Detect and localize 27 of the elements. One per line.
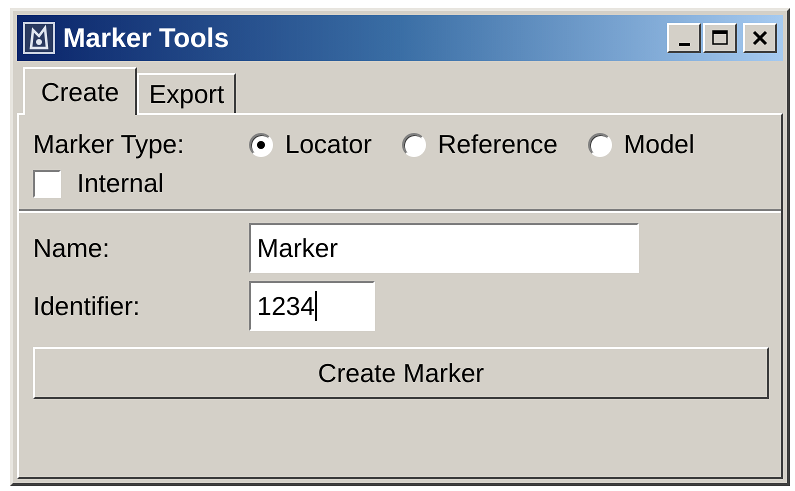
close-icon: [750, 28, 770, 48]
close-button[interactable]: [743, 23, 777, 53]
radio-option[interactable]: Model: [588, 129, 695, 160]
checkbox[interactable]: [33, 170, 61, 198]
checkbox-label: Internal: [77, 168, 164, 199]
radio-button[interactable]: [402, 132, 426, 156]
minimize-button[interactable]: [667, 23, 701, 53]
radio-button[interactable]: [588, 132, 612, 156]
maximize-icon: [710, 28, 730, 48]
radio-label: Model: [624, 129, 695, 160]
radio-button[interactable]: [249, 132, 273, 156]
field-label: Name:: [33, 232, 111, 264]
radio-label: Reference: [438, 129, 558, 160]
radio-option[interactable]: Reference: [402, 129, 558, 160]
field-label: Identifier:: [33, 290, 141, 322]
tab[interactable]: Create: [23, 67, 138, 115]
radio-option[interactable]: Locator: [249, 129, 372, 160]
marker-type-label: Marker Type:: [33, 129, 186, 160]
input-field[interactable]: Marker: [249, 223, 639, 273]
maximize-button[interactable]: [703, 23, 737, 53]
minimize-icon: [678, 42, 690, 46]
create-marker-button[interactable]: Create Marker: [33, 347, 769, 399]
window-title: Marker Tools: [63, 22, 230, 54]
radio-label: Locator: [285, 129, 372, 160]
app-icon: [23, 22, 55, 54]
tab[interactable]: Export: [137, 73, 236, 113]
input-field[interactable]: 1234: [249, 281, 375, 331]
